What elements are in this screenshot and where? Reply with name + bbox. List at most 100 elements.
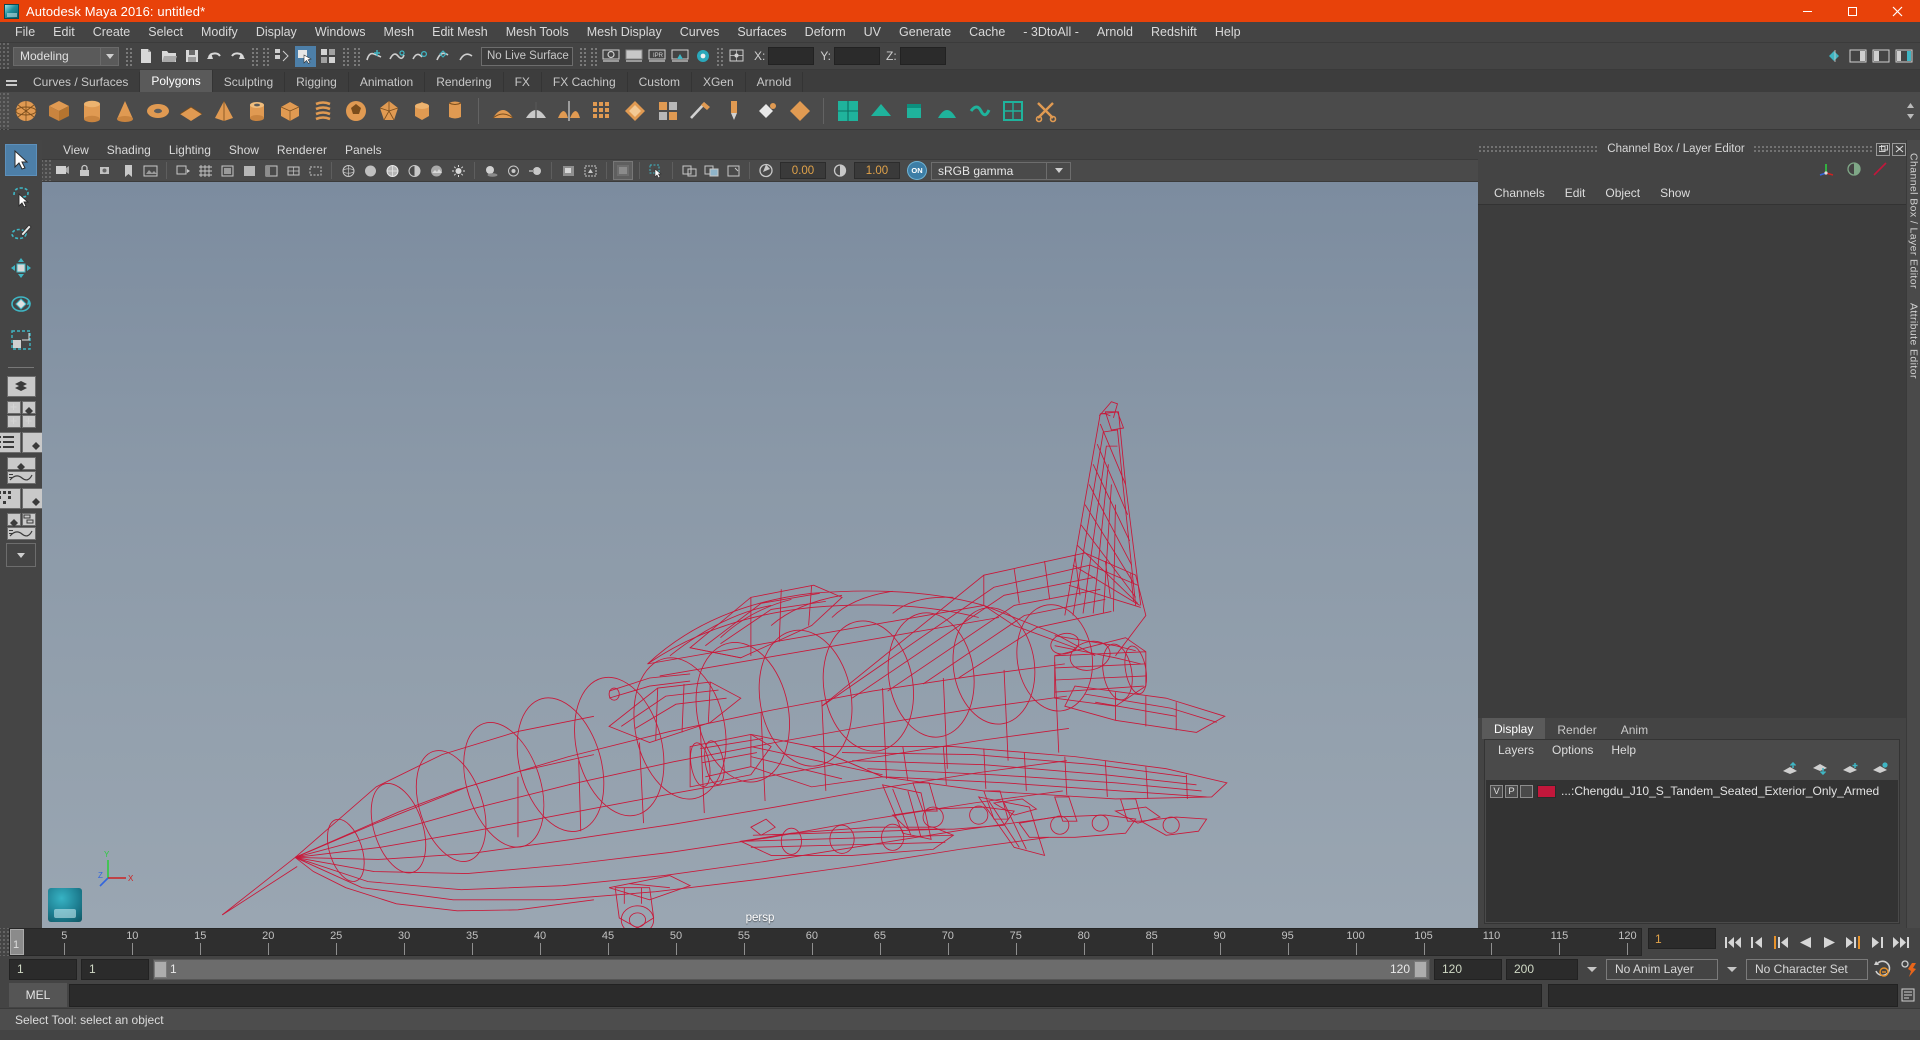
poly-plane-icon[interactable]	[175, 95, 206, 126]
layer-visibility-toggle[interactable]: V	[1490, 785, 1503, 798]
menu-cache[interactable]: Cache	[960, 23, 1014, 41]
tab-anim[interactable]: Anim	[1609, 720, 1660, 739]
create-layer-from-selected-icon[interactable]	[1872, 762, 1889, 778]
shaded-wireframe-icon[interactable]	[382, 161, 402, 180]
lasso-tool-icon[interactable]	[5, 180, 37, 212]
rail-tab-attribute-editor[interactable]: Attribute Editor	[1908, 296, 1920, 386]
anim-layer-dropdown[interactable]: No Anim Layer	[1606, 959, 1718, 980]
exposure-icon[interactable]	[756, 161, 776, 180]
viewport-menu-show[interactable]: Show	[220, 142, 268, 158]
menu-deform[interactable]: Deform	[796, 23, 855, 41]
grid-toggle-icon[interactable]	[195, 161, 215, 180]
channel-box-menu-object[interactable]: Object	[1595, 185, 1650, 201]
menu-mesh[interactable]: Mesh	[375, 23, 424, 41]
shadows-icon[interactable]	[481, 161, 501, 180]
menu-windows[interactable]: Windows	[306, 23, 375, 41]
persp-viewport[interactable]: Y X Z persp	[42, 182, 1478, 928]
channel-box-menu-show[interactable]: Show	[1650, 185, 1700, 201]
select-by-component-icon[interactable]	[318, 46, 339, 67]
viewport-menu-shading[interactable]: Shading	[98, 142, 160, 158]
two-d-pan-zoom-icon[interactable]	[173, 161, 193, 180]
close-icon[interactable]	[1875, 0, 1920, 22]
panel-close-icon[interactable]	[1892, 143, 1906, 156]
panel-drag-dots-left[interactable]	[1478, 145, 1599, 154]
help-menu[interactable]: Help	[1602, 742, 1645, 758]
tab-display[interactable]: Display	[1482, 718, 1545, 739]
color-slider-icon[interactable]	[1872, 161, 1888, 180]
hw-texture-icon[interactable]	[723, 161, 743, 180]
poly-cone-icon[interactable]	[109, 95, 140, 126]
quad-draw-icon[interactable]	[784, 95, 815, 126]
uv-editor-icon[interactable]	[832, 95, 863, 126]
xray-icon[interactable]	[580, 161, 600, 180]
contrast-toggle-icon[interactable]	[1846, 161, 1862, 180]
time-slider-grip[interactable]	[0, 928, 9, 956]
viewport-menu-lighting[interactable]: Lighting	[160, 142, 220, 158]
shelf-tab-xgen[interactable]: XGen	[692, 72, 746, 92]
animation-preferences-icon[interactable]	[1898, 958, 1920, 980]
panel-undock-icon[interactable]	[1876, 143, 1890, 156]
command-input-field[interactable]	[69, 984, 1542, 1007]
channel-box-menu-edit[interactable]: Edit	[1555, 185, 1596, 201]
persp-outliner-graph-layout-button[interactable]	[6, 512, 36, 540]
open-scene-icon[interactable]	[158, 46, 179, 67]
playback-end-time-field[interactable]: 120	[1434, 959, 1502, 980]
uv-cut-icon[interactable]	[1030, 95, 1061, 126]
shelf-tab-rigging[interactable]: Rigging	[285, 72, 349, 92]
create-new-layer-icon[interactable]	[1842, 762, 1859, 778]
show-hide-channel-box-icon[interactable]	[1893, 46, 1914, 67]
timeline-playhead[interactable]: 1	[10, 929, 24, 955]
sculpt-tool-icon[interactable]	[718, 95, 749, 126]
viewport-toolbar-grip[interactable]	[42, 160, 51, 181]
view-transform-dropdown[interactable]: sRGB gamma	[931, 162, 1071, 180]
selection-mode-chevron-down-icon[interactable]	[101, 47, 119, 66]
range-slider-right-handle[interactable]	[1414, 961, 1427, 978]
time-slider[interactable]: 5101520253035404550556065707580859095100…	[9, 928, 1642, 956]
poly-sphere-icon[interactable]	[10, 95, 41, 126]
transform-input-toggle-icon[interactable]	[726, 46, 747, 67]
shelf-tab-arnold[interactable]: Arnold	[746, 72, 804, 92]
z-input[interactable]	[900, 47, 946, 65]
target-weld-icon[interactable]	[751, 95, 782, 126]
select-by-object-type-icon[interactable]	[295, 46, 316, 67]
use-all-lights-icon[interactable]	[448, 161, 468, 180]
menu-edit-mesh[interactable]: Edit Mesh	[423, 23, 497, 41]
paint-select-tool-icon[interactable]	[5, 216, 37, 248]
snap-to-view-plane-icon[interactable]	[455, 46, 476, 67]
character-set-chevron-down-icon[interactable]	[1727, 967, 1737, 972]
shelf-tab-fx-caching[interactable]: FX Caching	[542, 72, 628, 92]
menu-file[interactable]: File	[6, 23, 44, 41]
tab-render[interactable]: Render	[1545, 720, 1608, 739]
render-settings-icon[interactable]: IPR	[646, 46, 667, 67]
rail-tab-channel-box[interactable]: Channel Box / Layer Editor	[1908, 146, 1920, 296]
gate-mask-icon[interactable]	[261, 161, 281, 180]
camera-attributes-icon[interactable]	[96, 161, 116, 180]
image-plane-icon[interactable]	[140, 161, 160, 180]
shelf-tab-polygons[interactable]: Polygons	[140, 70, 212, 92]
combine-icon[interactable]	[487, 95, 518, 126]
poly-superellipse-icon[interactable]	[439, 95, 470, 126]
marquee-select-icon[interactable]	[646, 161, 666, 180]
scale-tool-icon[interactable]	[5, 324, 37, 356]
motion-blur-icon[interactable]	[525, 161, 545, 180]
toolbar-grip[interactable]	[0, 43, 9, 69]
shelf-tab-custom[interactable]: Custom	[628, 72, 692, 92]
options-menu[interactable]: Options	[1543, 742, 1602, 758]
uv-cylindrical-icon[interactable]	[898, 95, 929, 126]
hypershade-persp-layout-button[interactable]	[6, 487, 36, 509]
single-perspective-view-button[interactable]	[6, 375, 36, 397]
render-view-icon[interactable]	[669, 46, 690, 67]
select-tool-icon[interactable]	[5, 144, 37, 176]
display-textures-icon[interactable]	[701, 161, 721, 180]
shelf-tab-rendering[interactable]: Rendering	[425, 72, 503, 92]
saved-layouts-dropdown[interactable]	[6, 543, 36, 567]
menu-help[interactable]: Help	[1206, 23, 1250, 41]
playback-start-time-field[interactable]: 1	[81, 959, 149, 980]
menu-generate[interactable]: Generate	[890, 23, 960, 41]
menu-arnold[interactable]: Arnold	[1088, 23, 1142, 41]
viewport-render-region-icon[interactable]	[613, 161, 633, 180]
uv-snapshot-icon[interactable]	[997, 95, 1028, 126]
menu-3dtoall[interactable]: - 3DtoAll -	[1014, 23, 1088, 41]
separate-icon[interactable]	[520, 95, 551, 126]
script-editor-icon[interactable]	[1898, 984, 1920, 1007]
